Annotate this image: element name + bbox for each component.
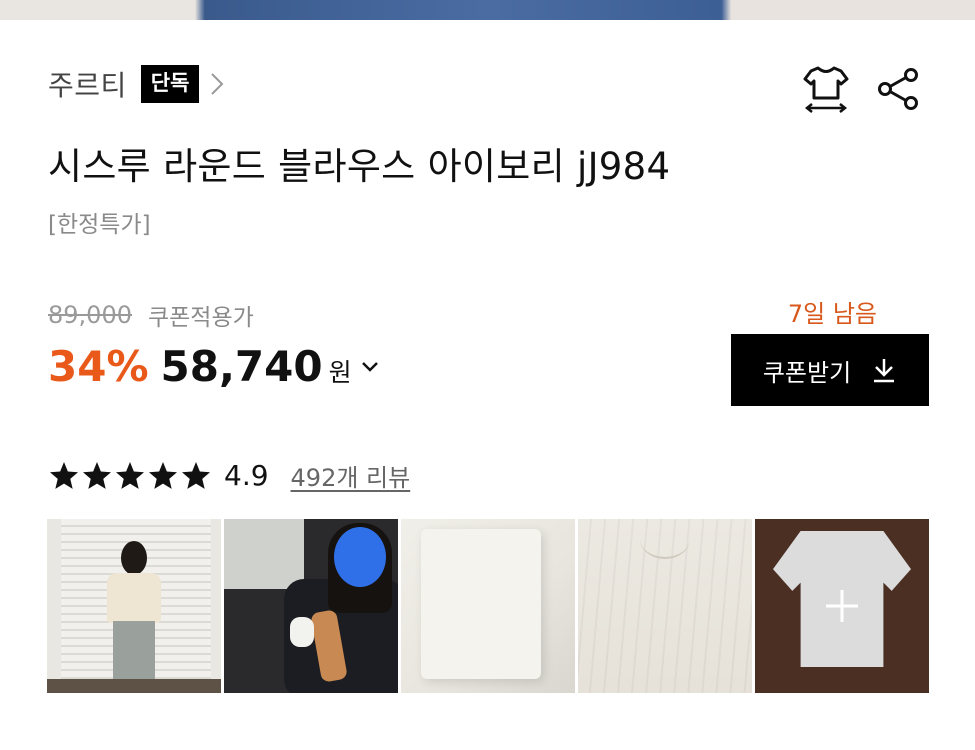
- review-photo-strip: [47, 519, 929, 693]
- get-coupon-button[interactable]: 쿠폰받기: [731, 334, 929, 406]
- plus-icon: [826, 590, 858, 622]
- tshirt-size-icon: [803, 66, 849, 113]
- size-guide-button[interactable]: [803, 64, 849, 114]
- sale-price-row[interactable]: 34% 58,740 원: [48, 342, 380, 391]
- product-title: 시스루 라운드 블라우스 아이보리 jJ984: [48, 145, 671, 188]
- review-count-link[interactable]: 492개 리뷰: [291, 458, 411, 493]
- star-icon: [50, 461, 78, 489]
- coupon-days-left: 7일 남음: [787, 300, 877, 328]
- original-price-row: 89,000 쿠폰적용가: [48, 298, 254, 332]
- brand-name[interactable]: 주르티: [48, 64, 127, 104]
- rating-row: 4.9 492개 리뷰: [48, 458, 410, 493]
- share-icon: [878, 68, 918, 110]
- rating-stars: [48, 460, 212, 492]
- star-icon: [83, 461, 111, 489]
- star-icon: [116, 461, 144, 489]
- star-icon: [182, 461, 210, 489]
- exclusive-badge: 단독: [140, 65, 200, 103]
- review-photo-more[interactable]: [755, 519, 929, 693]
- review-photo[interactable]: [47, 519, 221, 693]
- download-icon: [874, 359, 895, 383]
- review-photo[interactable]: [224, 519, 398, 693]
- star-icon: [149, 461, 177, 489]
- product-main-image[interactable]: [0, 0, 975, 20]
- product-subtitle: [한정특가]: [48, 212, 151, 238]
- original-price: 89,000: [48, 301, 132, 329]
- chevron-down-icon[interactable]: [360, 360, 380, 374]
- share-button[interactable]: [875, 64, 921, 114]
- sale-price: 58,740: [160, 342, 323, 391]
- currency-unit: 원: [328, 358, 352, 387]
- header-actions: [803, 64, 921, 114]
- rating-score: 4.9: [224, 459, 269, 492]
- review-photo[interactable]: [401, 519, 575, 693]
- get-coupon-label: 쿠폰받기: [762, 358, 852, 387]
- discount-rate: 34%: [48, 342, 149, 391]
- coupon-price-label: 쿠폰적용가: [147, 305, 254, 331]
- review-photo[interactable]: [578, 519, 752, 693]
- brand-row[interactable]: 주르티 단독: [48, 62, 225, 106]
- chevron-right-icon[interactable]: [209, 71, 225, 97]
